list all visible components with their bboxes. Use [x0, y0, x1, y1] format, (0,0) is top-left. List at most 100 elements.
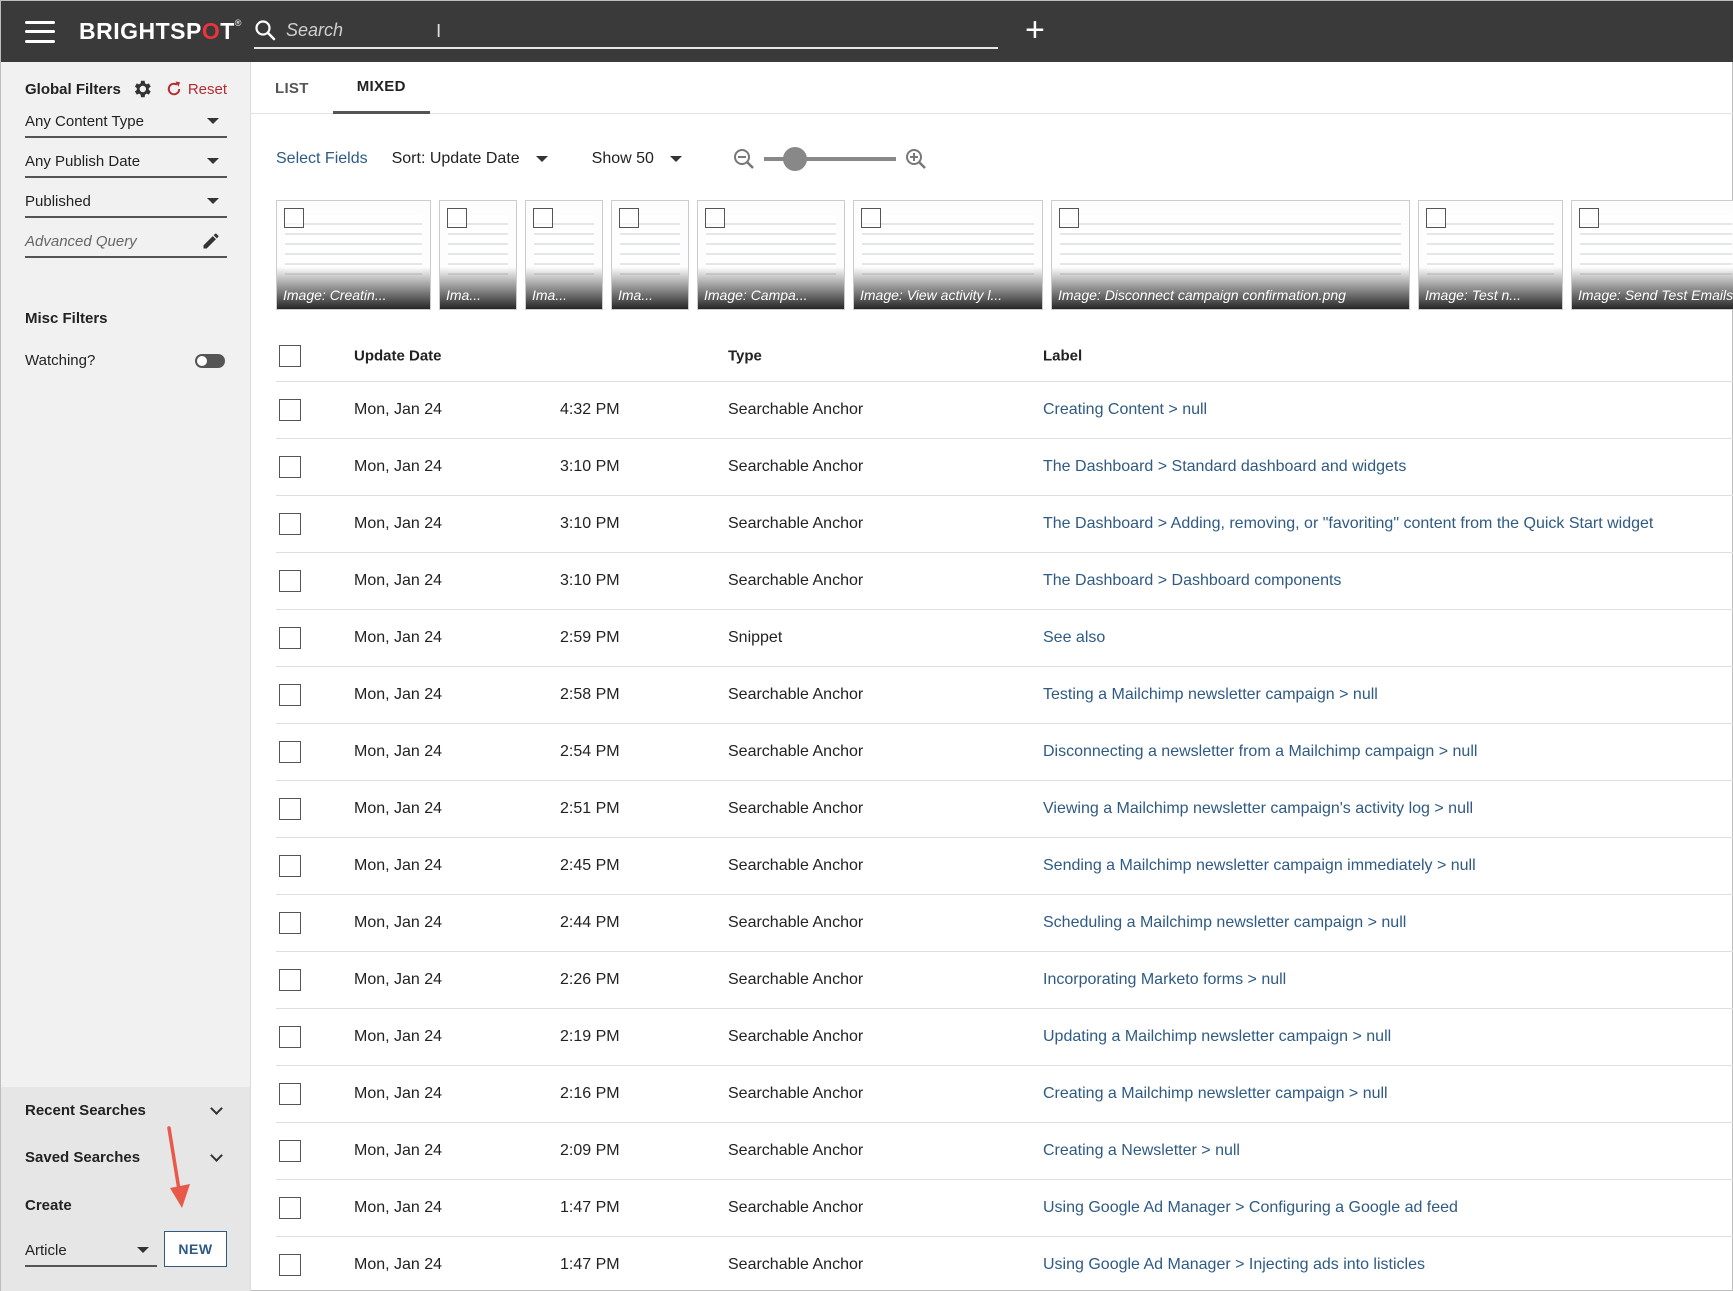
row-label-link[interactable]: Using Google Ad Manager > Configuring a …: [1043, 1199, 1458, 1217]
publish-date-select[interactable]: Any Publish Date: [25, 146, 227, 178]
row-checkbox[interactable]: [279, 798, 301, 820]
search-input[interactable]: [286, 19, 886, 41]
create-type-select[interactable]: Article: [25, 1235, 157, 1267]
table-row[interactable]: Mon, Jan 24 2:51 PM Searchable Anchor Viewi…: [276, 781, 1733, 838]
status-select[interactable]: Published: [25, 186, 227, 218]
thumbnail-item[interactable]: Image: View activity l...: [853, 200, 1043, 310]
row-checkbox[interactable]: [279, 1197, 301, 1219]
table-row[interactable]: Mon, Jan 24 2:09 PM Searchable Anchor Creat…: [276, 1123, 1733, 1180]
table-row[interactable]: Mon, Jan 24 2:44 PM Searchable Anchor Sched…: [276, 895, 1733, 952]
thumbnail-checkbox[interactable]: [533, 208, 553, 228]
row-label-link[interactable]: Creating a Mailchimp newsletter campaign…: [1043, 1085, 1388, 1103]
table-row[interactable]: Mon, Jan 24 1:47 PM Searchable Anchor Using…: [276, 1237, 1733, 1291]
row-checkbox[interactable]: [279, 399, 301, 421]
thumbnail-item[interactable]: Image: Test n...: [1418, 200, 1563, 310]
thumbnail-item[interactable]: Image: Disconnect campaign confirmation.…: [1051, 200, 1410, 310]
row-checkbox[interactable]: [279, 456, 301, 478]
advanced-query-field[interactable]: Advanced Query: [25, 226, 227, 258]
row-checkbox[interactable]: [279, 1026, 301, 1048]
table-row[interactable]: Mon, Jan 24 3:10 PM Searchable Anchor The D…: [276, 496, 1733, 553]
select-all-checkbox[interactable]: [279, 344, 301, 367]
zoom-slider[interactable]: [763, 147, 896, 171]
thumbnail-item[interactable]: Image: Send Test Emails: [1571, 200, 1733, 310]
row-checkbox[interactable]: [279, 1083, 301, 1105]
row-time: 3:10 PM: [560, 572, 620, 589]
recent-searches-toggle[interactable]: Recent Searches: [25, 1102, 227, 1119]
row-checkbox[interactable]: [279, 1140, 301, 1162]
row-checkbox[interactable]: [279, 741, 301, 763]
sort-dropdown[interactable]: Sort: Update Date: [392, 150, 548, 168]
thumbnail-item[interactable]: Ima...: [611, 200, 689, 310]
row-label-link[interactable]: Creating Content > null: [1043, 401, 1207, 419]
reset-button[interactable]: Reset: [165, 80, 227, 98]
row-checkbox[interactable]: [279, 1254, 301, 1276]
row-checkbox[interactable]: [279, 969, 301, 991]
column-header-update-date[interactable]: Update Date: [354, 347, 442, 364]
plus-icon[interactable]: +: [1025, 11, 1045, 49]
row-checkbox[interactable]: [279, 570, 301, 592]
content-type-select[interactable]: Any Content Type: [25, 106, 227, 138]
row-label-link[interactable]: Creating a Newsletter > null: [1043, 1142, 1240, 1160]
row-label-link[interactable]: The Dashboard > Standard dashboard and w…: [1043, 458, 1406, 476]
row-checkbox[interactable]: [279, 912, 301, 934]
thumbnail-checkbox[interactable]: [705, 208, 725, 228]
row-label-link[interactable]: See also: [1043, 629, 1105, 647]
hamburger-icon[interactable]: [25, 20, 55, 43]
table-row[interactable]: Mon, Jan 24 2:54 PM Searchable Anchor Disco…: [276, 724, 1733, 781]
column-header-label[interactable]: Label: [1043, 347, 1082, 364]
tab-mixed[interactable]: MIXED: [332, 62, 430, 114]
advanced-query-placeholder: Advanced Query: [25, 232, 137, 250]
pencil-icon[interactable]: [201, 231, 221, 251]
table-row[interactable]: Mon, Jan 24 3:10 PM Searchable Anchor The D…: [276, 439, 1733, 496]
row-checkbox[interactable]: [279, 627, 301, 649]
show-count-dropdown[interactable]: Show 50: [592, 150, 682, 168]
thumbnail-caption: Ima...: [612, 267, 688, 309]
row-label-link[interactable]: Sending a Mailchimp newsletter campaign …: [1043, 857, 1476, 875]
table-row[interactable]: Mon, Jan 24 1:47 PM Searchable Anchor Using…: [276, 1180, 1733, 1237]
row-label-link[interactable]: Incorporating Marketo forms > null: [1043, 971, 1286, 989]
thumbnail-checkbox[interactable]: [1059, 208, 1079, 228]
table-row[interactable]: Mon, Jan 24 3:10 PM Searchable Anchor The D…: [276, 553, 1733, 610]
row-label-link[interactable]: Disconnecting a newsletter from a Mailch…: [1043, 743, 1477, 761]
new-button[interactable]: NEW: [164, 1231, 227, 1267]
saved-searches-toggle[interactable]: Saved Searches: [25, 1149, 227, 1166]
thumbnail-checkbox[interactable]: [619, 208, 639, 228]
thumbnail-item[interactable]: Image: Creatin...: [276, 200, 431, 310]
row-type: Searchable Anchor: [728, 743, 864, 760]
thumbnail-item[interactable]: Image: Campa...: [697, 200, 845, 310]
zoom-out-icon[interactable]: [732, 147, 756, 171]
row-checkbox[interactable]: [279, 513, 301, 535]
thumbnail-checkbox[interactable]: [447, 208, 467, 228]
table-row[interactable]: Mon, Jan 24 2:19 PM Searchable Anchor Updat…: [276, 1009, 1733, 1066]
watching-toggle[interactable]: [195, 353, 225, 368]
row-label-link[interactable]: Scheduling a Mailchimp newsletter campai…: [1043, 914, 1406, 932]
row-label-link[interactable]: Viewing a Mailchimp newsletter campaign'…: [1043, 800, 1473, 818]
column-header-type[interactable]: Type: [728, 347, 762, 364]
row-label-link[interactable]: Using Google Ad Manager > Injecting ads …: [1043, 1256, 1425, 1274]
brightspot-logo[interactable]: BRIGHTSPOT®: [79, 18, 242, 45]
table-row[interactable]: Mon, Jan 24 2:45 PM Searchable Anchor Sendi…: [276, 838, 1733, 895]
row-checkbox[interactable]: [279, 855, 301, 877]
table-row[interactable]: Mon, Jan 24 4:32 PM Searchable Anchor Creat…: [276, 382, 1733, 439]
thumbnail-checkbox[interactable]: [1579, 208, 1599, 228]
row-label-link[interactable]: Updating a Mailchimp newsletter campaign…: [1043, 1028, 1391, 1046]
zoom-in-icon[interactable]: [904, 147, 928, 171]
table-row[interactable]: Mon, Jan 24 2:16 PM Searchable Anchor Creat…: [276, 1066, 1733, 1123]
thumbnail-checkbox[interactable]: [1426, 208, 1446, 228]
thumbnail-checkbox[interactable]: [861, 208, 881, 228]
thumbnail-item[interactable]: Ima...: [439, 200, 517, 310]
thumbnail-checkbox[interactable]: [284, 208, 304, 228]
zoom-slider-knob[interactable]: [783, 147, 808, 171]
gear-icon[interactable]: [131, 78, 153, 100]
row-label-link[interactable]: Testing a Mailchimp newsletter campaign …: [1043, 686, 1378, 704]
row-label-link[interactable]: The Dashboard > Dashboard components: [1043, 572, 1341, 590]
table-row[interactable]: Mon, Jan 24 2:26 PM Searchable Anchor Incor…: [276, 952, 1733, 1009]
thumbnail-item[interactable]: Ima...: [525, 200, 603, 310]
select-fields-link[interactable]: Select Fields: [276, 150, 368, 168]
table-row[interactable]: Mon, Jan 24 2:59 PM Snippet See also: [276, 610, 1733, 667]
table-row[interactable]: Mon, Jan 24 2:58 PM Searchable Anchor Testi…: [276, 667, 1733, 724]
row-checkbox[interactable]: [279, 684, 301, 706]
tab-list[interactable]: LIST: [251, 62, 333, 114]
create-title: Create: [25, 1197, 72, 1214]
row-label-link[interactable]: The Dashboard > Adding, removing, or "fa…: [1043, 515, 1653, 533]
